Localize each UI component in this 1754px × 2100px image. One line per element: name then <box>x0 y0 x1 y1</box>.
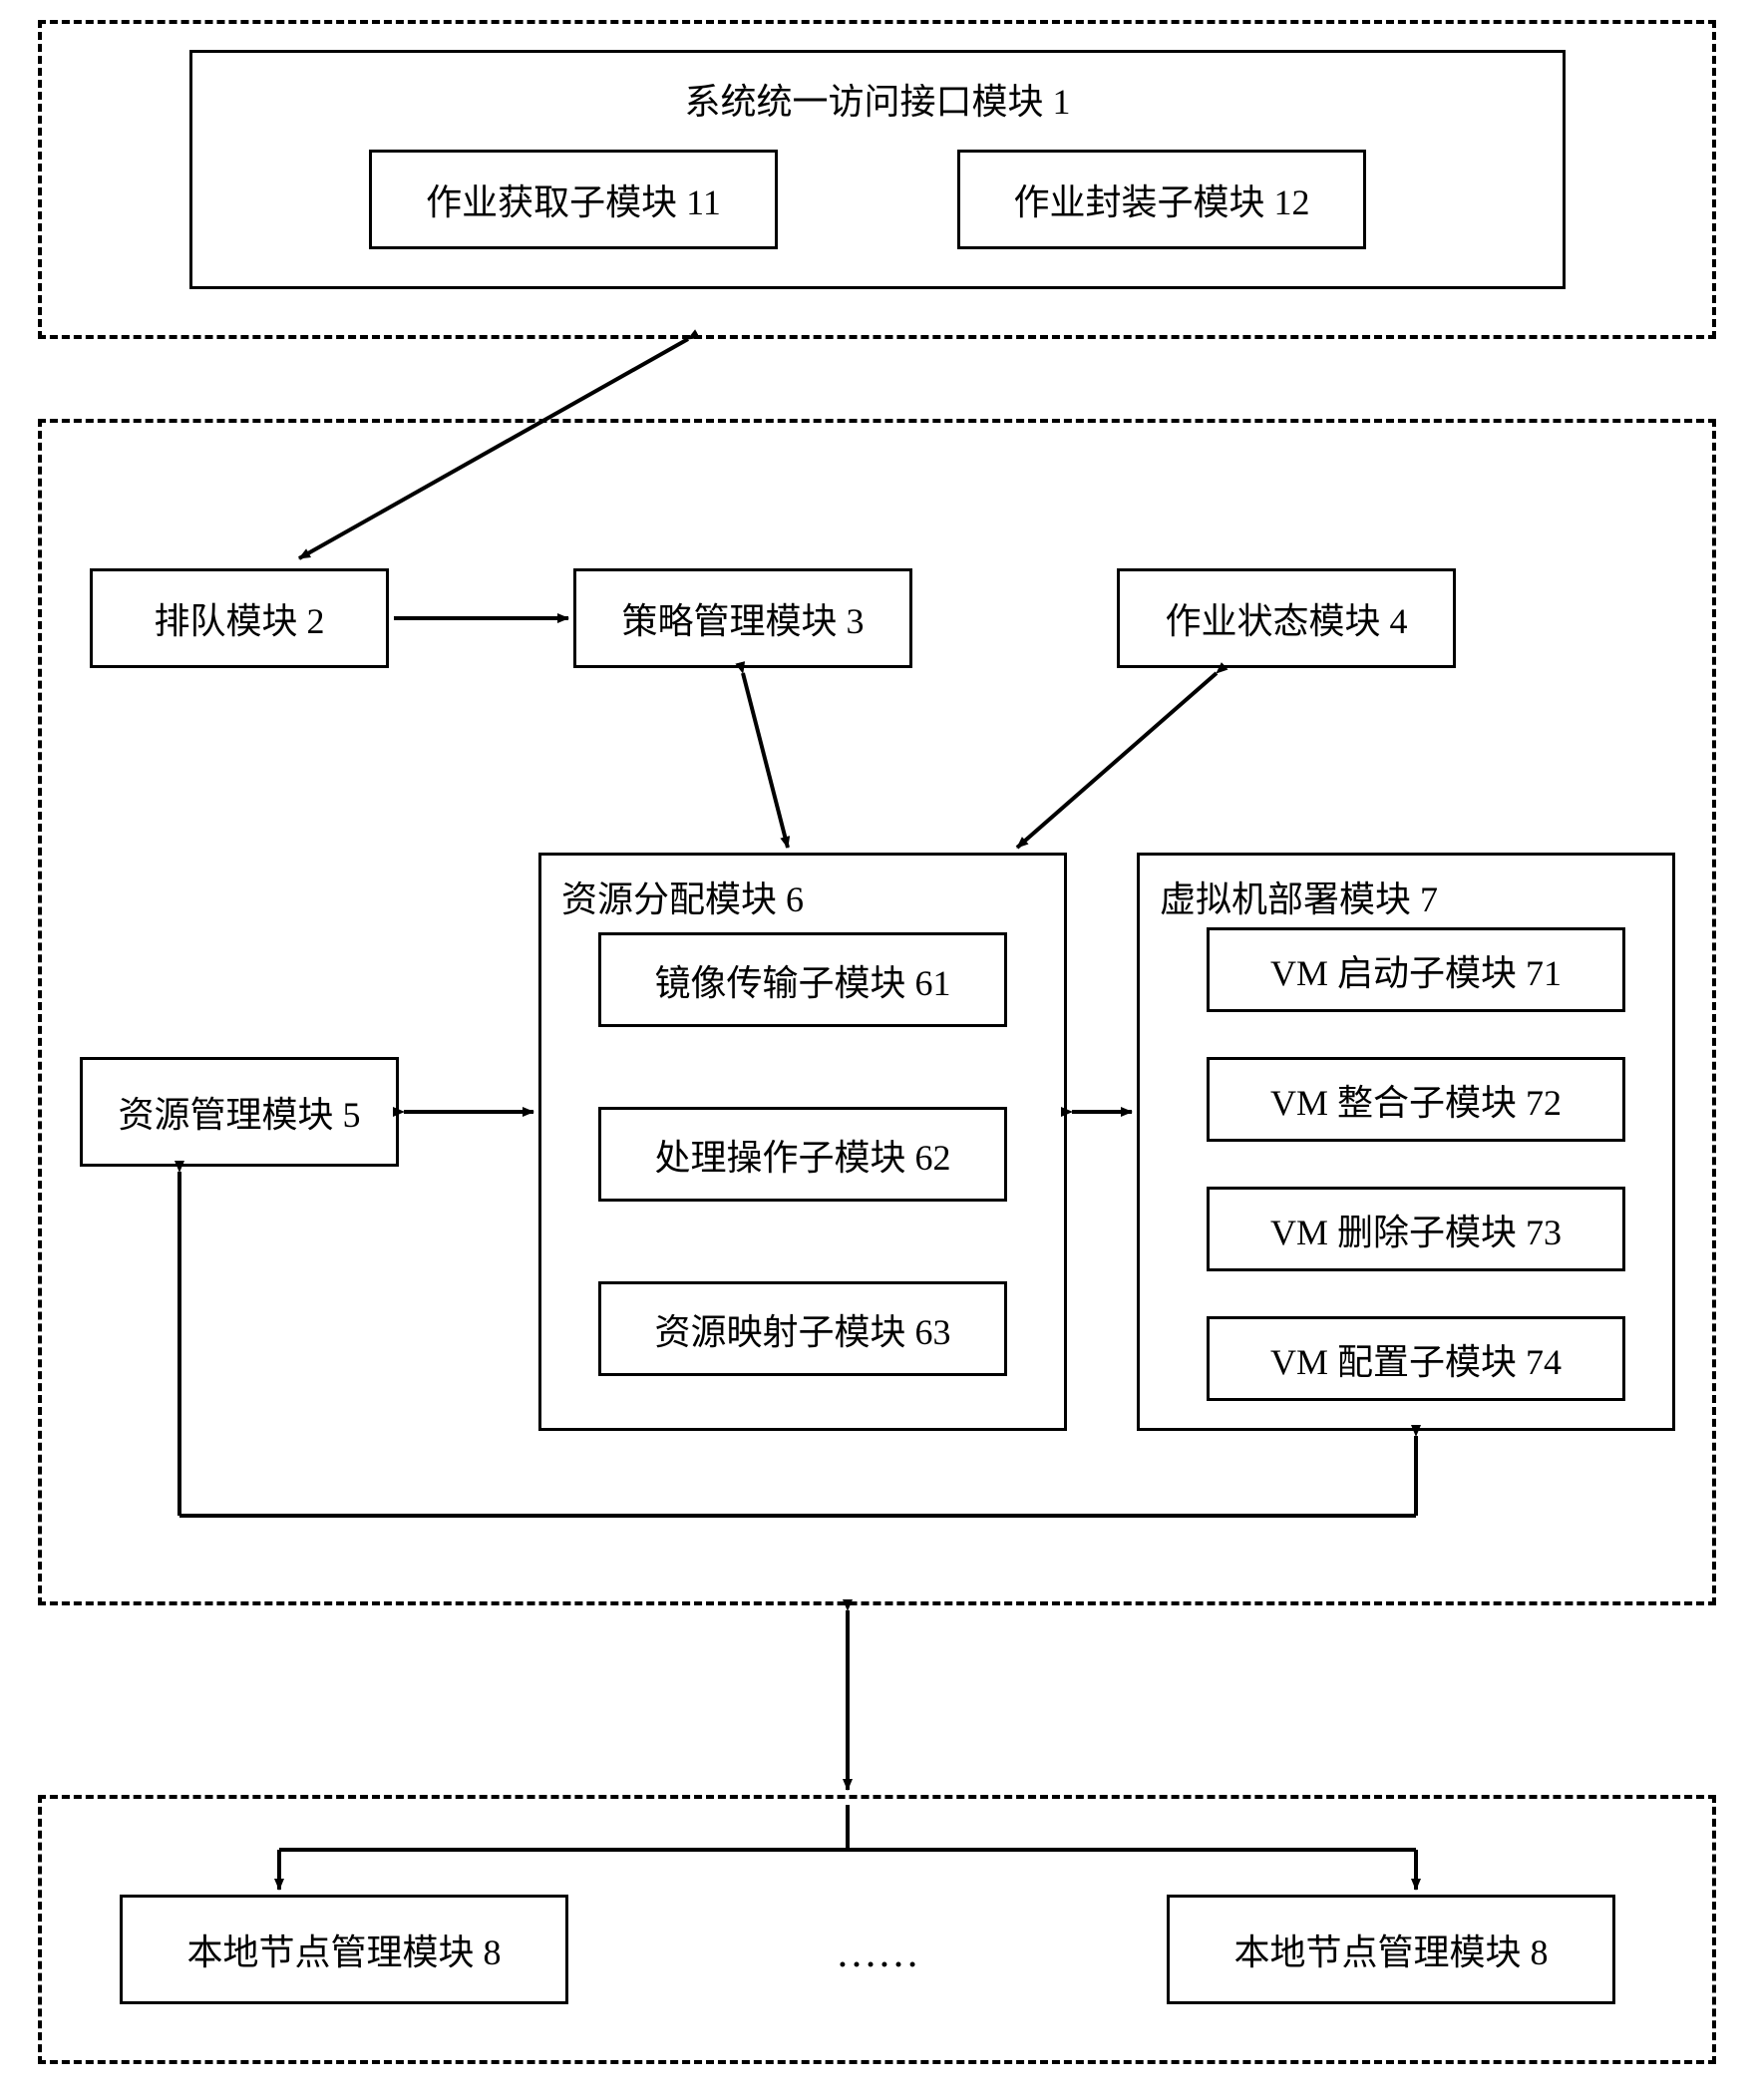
module-8b: 本地节点管理模块 8 <box>1167 1895 1615 2004</box>
module-71: VM 启动子模块 71 <box>1207 927 1625 1012</box>
module-61: 镜像传输子模块 61 <box>598 932 1007 1027</box>
module-1-title: 系统统一访问接口模块 1 <box>192 73 1563 125</box>
module-3: 策略管理模块 3 <box>573 568 912 668</box>
module-12: 作业封装子模块 12 <box>957 150 1366 249</box>
module-74: VM 配置子模块 74 <box>1207 1316 1625 1401</box>
module-72: VM 整合子模块 72 <box>1207 1057 1625 1142</box>
module-73: VM 删除子模块 73 <box>1207 1187 1625 1271</box>
module-2: 排队模块 2 <box>90 568 389 668</box>
module-5: 资源管理模块 5 <box>80 1057 399 1167</box>
module-4: 作业状态模块 4 <box>1117 568 1456 668</box>
ellipsis: …… <box>788 1929 967 1977</box>
module-6-title: 资源分配模块 6 <box>561 871 804 922</box>
module-63: 资源映射子模块 63 <box>598 1281 1007 1376</box>
module-7-title: 虚拟机部署模块 7 <box>1160 871 1438 922</box>
module-11: 作业获取子模块 11 <box>369 150 778 249</box>
module-62: 处理操作子模块 62 <box>598 1107 1007 1202</box>
module-8a: 本地节点管理模块 8 <box>120 1895 568 2004</box>
